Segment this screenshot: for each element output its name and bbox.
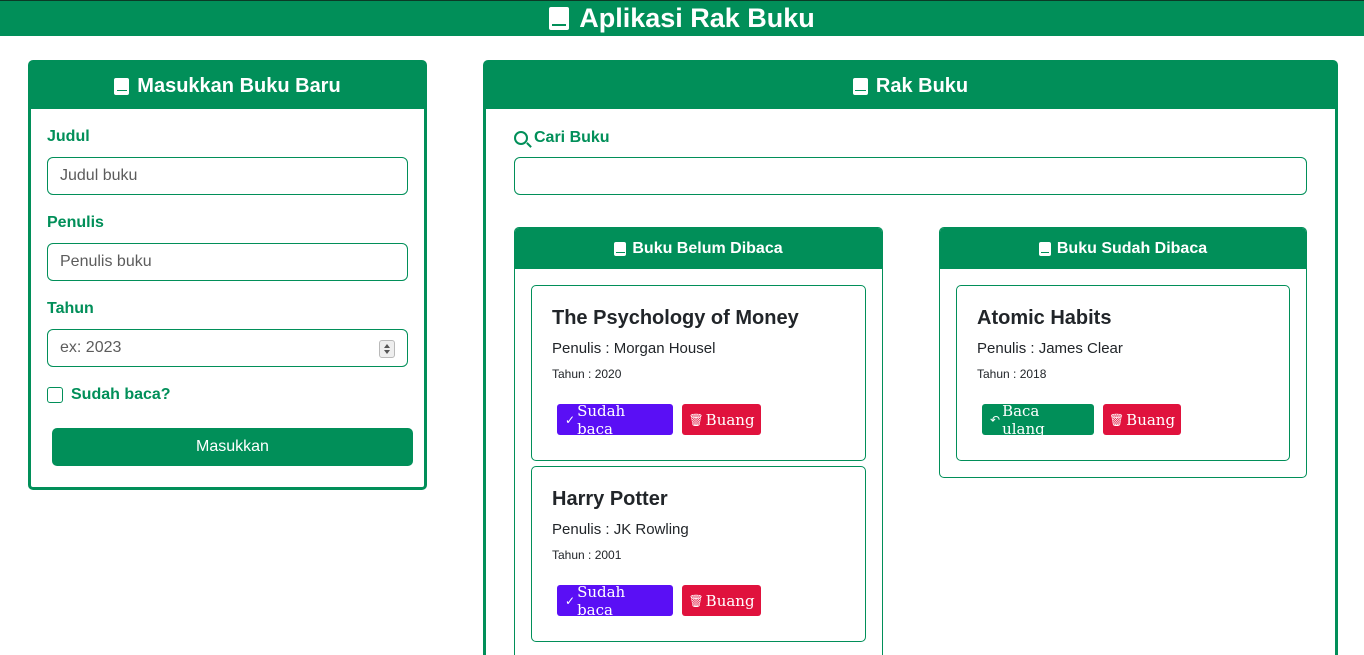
judul-input[interactable]: Judul buku: [47, 157, 408, 195]
form-card-header: Masukkan Buku Baru: [31, 63, 424, 109]
read-header: Buku Sudah Dibaca: [940, 228, 1306, 269]
form-title: Masukkan Buku Baru: [137, 74, 341, 97]
shelf-card-header: Rak Buku: [486, 63, 1335, 109]
new-book-form-card: Masukkan Buku Baru Judul Judul buku Penu…: [28, 60, 427, 490]
search-label-row: Cari Buku: [514, 129, 610, 147]
delete-button[interactable]: 🗑 Buang: [682, 585, 761, 616]
check-icon: ✓: [565, 412, 576, 427]
book-item: The Psychology of Money Penulis : Morgan…: [531, 285, 866, 461]
undo-icon: ↶: [990, 412, 1001, 427]
trash-icon: 🗑: [688, 593, 704, 608]
trash-icon: 🗑: [688, 412, 704, 427]
mark-read-button[interactable]: ✓ Sudah baca: [557, 582, 673, 619]
number-spinner[interactable]: [379, 340, 395, 358]
book-year: Tahun : 2018: [977, 367, 1047, 381]
submit-button[interactable]: Masukkan: [52, 428, 413, 466]
read-books-card: Buku Sudah Dibaca Atomic Habits Penulis …: [939, 227, 1307, 478]
penulis-placeholder: Penulis buku: [60, 253, 152, 270]
book-title: Harry Potter: [552, 488, 668, 510]
book-icon: [1038, 241, 1051, 256]
unread-title: Buku Belum Dibaca: [632, 239, 783, 257]
sudah-baca-label: Sudah baca?: [71, 386, 171, 403]
book-author: Penulis : James Clear: [977, 340, 1123, 357]
delete-label: Buang: [1126, 410, 1176, 429]
book-title: The Psychology of Money: [552, 307, 799, 329]
book-author: Penulis : Morgan Housel: [552, 340, 716, 357]
book-icon: [614, 241, 627, 256]
judul-label: Judul: [47, 128, 90, 145]
book-icon: [114, 77, 130, 95]
trash-icon: 🗑: [1108, 412, 1125, 427]
mark-read-label: Sudah baca: [577, 401, 626, 438]
app-title: Aplikasi Rak Buku: [579, 3, 815, 33]
penulis-label: Penulis: [47, 214, 104, 231]
search-input[interactable]: [514, 157, 1307, 195]
judul-placeholder: Judul buku: [60, 167, 138, 184]
mark-read-label: Sudah baca: [577, 582, 626, 619]
tahun-placeholder: ex: 2023: [60, 339, 122, 356]
penulis-input[interactable]: Penulis buku: [47, 243, 408, 281]
unread-header: Buku Belum Dibaca: [515, 228, 882, 269]
book-icon: [852, 77, 868, 95]
book-item: Atomic Habits Penulis : James Clear Tahu…: [956, 285, 1290, 461]
book-icon: [549, 7, 570, 30]
app-header: Aplikasi Rak Buku: [0, 0, 1364, 36]
unread-books-card: Buku Belum Dibaca The Psychology of Mone…: [514, 227, 883, 655]
delete-label: Buang: [705, 591, 755, 610]
mark-read-button[interactable]: ✓ Sudah baca: [557, 401, 673, 438]
search-icon: [514, 131, 528, 145]
book-item: Harry Potter Penulis : JK Rowling Tahun …: [531, 466, 866, 642]
sudah-baca-checkbox[interactable]: [47, 387, 63, 403]
reread-label: Baca ulang: [1002, 401, 1045, 438]
delete-button[interactable]: 🗑 Buang: [1103, 404, 1181, 435]
search-label: Cari Buku: [534, 129, 610, 146]
book-author: Penulis : JK Rowling: [552, 521, 689, 538]
tahun-label: Tahun: [47, 300, 94, 317]
read-title: Buku Sudah Dibaca: [1056, 239, 1208, 257]
delete-label: Buang: [705, 410, 755, 429]
book-year: Tahun : 2020: [552, 367, 622, 381]
book-title: Atomic Habits: [977, 307, 1112, 329]
check-icon: ✓: [565, 593, 576, 608]
reread-button[interactable]: ↶ Baca ulang: [982, 401, 1094, 438]
delete-button[interactable]: 🗑 Buang: [682, 404, 761, 435]
tahun-input[interactable]: ex: 2023: [47, 329, 408, 367]
book-year: Tahun : 2001: [552, 548, 622, 562]
shelf-title: Rak Buku: [875, 74, 969, 97]
shelf-card: Rak Buku Cari Buku Buku Belum Dibaca The…: [483, 60, 1338, 655]
